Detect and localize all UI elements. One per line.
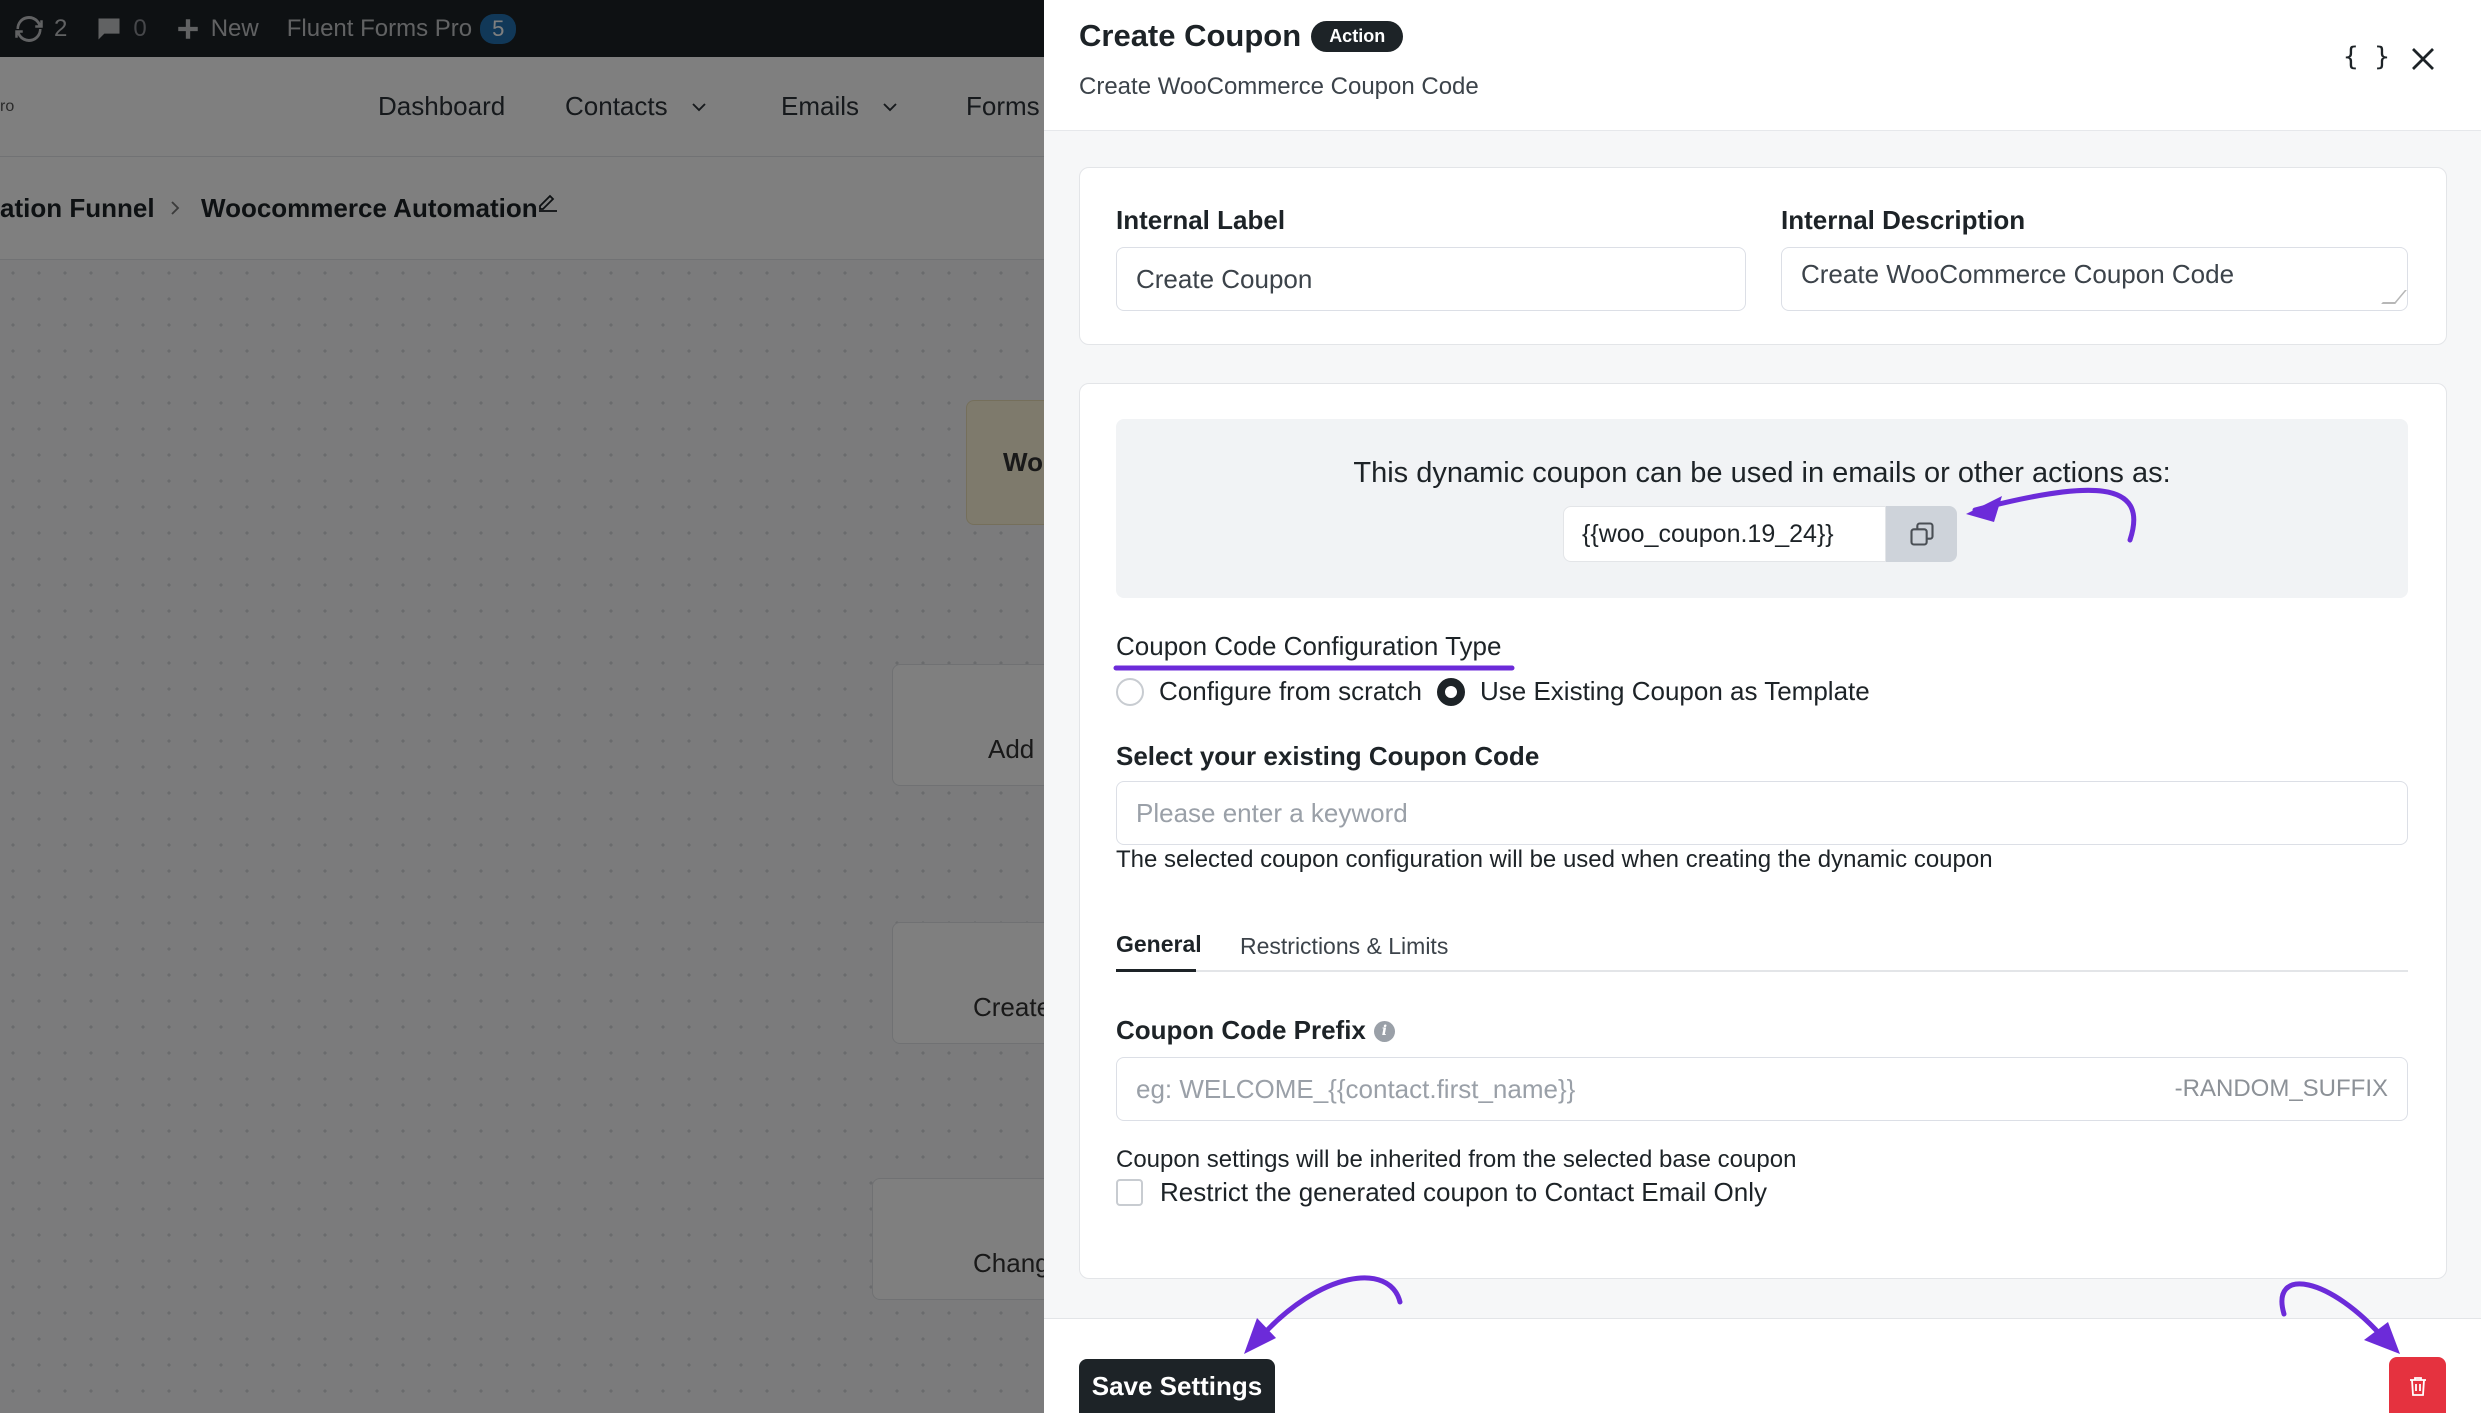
smartcode-value[interactable]: {{woo_coupon.19_24}} (1563, 506, 1886, 562)
resize-grip-icon[interactable] (2381, 290, 2407, 304)
smartcode-box: This dynamic coupon can be used in email… (1116, 419, 2408, 598)
radio-use-existing-template[interactable] (1436, 677, 1465, 706)
smartcode-info-text: This dynamic coupon can be used in email… (1353, 457, 2171, 489)
action-badge: Action (1311, 20, 1404, 52)
existing-coupon-help: The selected coupon configuration will b… (1116, 846, 1993, 873)
restrict-email-row: Restrict the generated coupon to Contact… (1116, 1177, 1767, 1208)
save-settings-button[interactable]: Save Settings (1079, 1359, 1275, 1413)
coupon-card: This dynamic coupon can be used in email… (1079, 383, 2447, 1279)
delete-button[interactable] (2389, 1357, 2446, 1413)
info-icon[interactable]: i (1373, 1021, 1395, 1042)
config-type-label: Coupon Code Configuration Type (1116, 631, 1502, 661)
close-button[interactable] (2408, 44, 2438, 81)
drawer-subtitle: Create WooCommerce Coupon Code (1079, 73, 1479, 100)
drawer-header: Create Coupon Action Create WooCommerce … (1044, 0, 2481, 131)
inherit-note: Coupon settings will be inherited from t… (1116, 1146, 1797, 1173)
existing-coupon-label: Select your existing Coupon Code (1116, 741, 1540, 771)
radio-configure-from-scratch[interactable] (1116, 677, 1144, 706)
copy-button[interactable] (1886, 506, 1957, 562)
existing-coupon-search[interactable]: Please enter a keyword (1116, 781, 2408, 845)
prefix-label-row: Coupon Code Prefix i (1116, 1015, 1395, 1046)
drawer-title-text: Create Coupon (1079, 18, 1302, 53)
drawer-title: Create Coupon Action (1079, 18, 1404, 54)
internal-description-title: Internal Description (1781, 205, 2026, 235)
action-settings-drawer: Create Coupon Action Create WooCommerce … (1044, 0, 2481, 1413)
internal-description-value: Create WooCommerce Coupon Code (1801, 259, 2235, 289)
copy-icon (1909, 522, 1934, 546)
internal-label-title: Internal Label (1116, 205, 1286, 235)
radio-label[interactable]: Configure from scratch (1159, 676, 1422, 707)
meta-card: Internal Label Create Coupon Internal De… (1079, 167, 2447, 345)
modal-overlay[interactable] (0, 0, 1044, 1413)
tab-general[interactable]: General (1116, 920, 1202, 972)
internal-description-textarea[interactable]: Create WooCommerce Coupon Code (1781, 247, 2408, 311)
prefix-input[interactable]: eg: WELCOME_{{contact.first_name}} -RAND… (1116, 1057, 2408, 1121)
smartcode-chip: {{woo_coupon.19_24}} (1563, 506, 1957, 562)
close-icon (2412, 48, 2434, 70)
trash-icon (2409, 1376, 2426, 1396)
drawer-body[interactable]: Internal Label Create Coupon Internal De… (1044, 131, 2481, 1318)
internal-label-input[interactable]: Create Coupon (1116, 247, 1746, 311)
restrict-email-label[interactable]: Restrict the generated coupon to Contact… (1160, 1177, 1767, 1208)
code-view-button[interactable]: { } (2343, 42, 2390, 72)
tab-restrictions-limits[interactable]: Restrictions & Limits (1240, 920, 1448, 972)
prefix-label: Coupon Code Prefix (1116, 1015, 1366, 1045)
radio-label[interactable]: Use Existing Coupon as Template (1480, 676, 1870, 707)
prefix-placeholder: eg: WELCOME_{{contact.first_name}} (1136, 1073, 1576, 1104)
restrict-email-checkbox[interactable] (1116, 1179, 1143, 1206)
config-type-radio-group: Configure from scratch Use Existing Coup… (1116, 676, 1885, 707)
coupon-tabs: General Restrictions & Limits (1116, 920, 2408, 972)
prefix-suffix: -RANDOM_SUFFIX (2174, 1075, 2388, 1102)
drawer-footer: Save Settings (1044, 1318, 2481, 1413)
